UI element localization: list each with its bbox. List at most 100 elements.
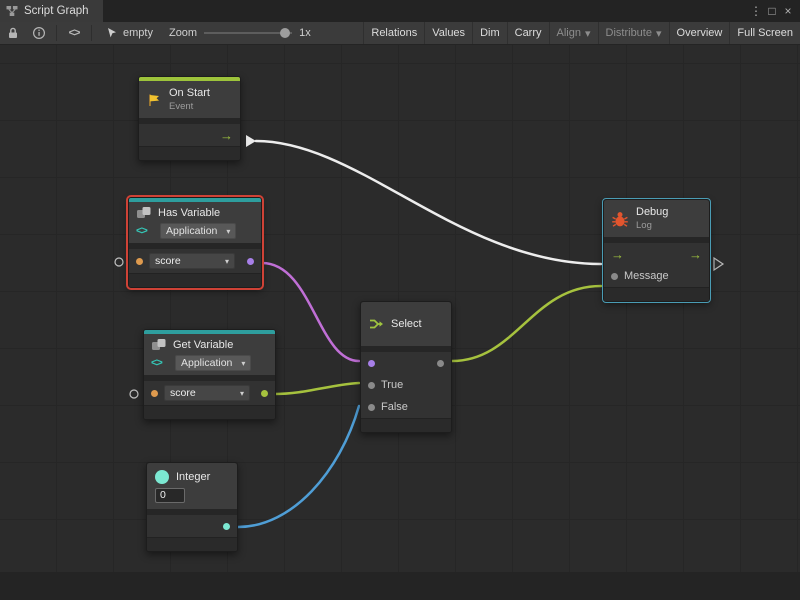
distribute-dropdown-button[interactable]: Distribute▾ bbox=[598, 22, 669, 44]
wire-select-to-log-message[interactable] bbox=[452, 286, 601, 361]
flow-output-port[interactable]: → bbox=[689, 248, 702, 261]
unity-script-graph-window: Script Graph ⋮ □ × <> bbox=[0, 0, 800, 600]
dim-button[interactable]: Dim bbox=[472, 22, 507, 44]
node-title: On Start bbox=[169, 87, 210, 99]
graph-toolbar: <> empty Zoom 1x Relations Values Dim Ca… bbox=[0, 22, 800, 45]
zoom-slider[interactable] bbox=[204, 26, 292, 40]
overview-button[interactable]: Overview bbox=[669, 22, 730, 44]
true-input-port[interactable] bbox=[368, 382, 375, 389]
lock-button[interactable] bbox=[0, 22, 26, 44]
node-header: Integer 0 bbox=[147, 463, 237, 509]
values-button[interactable]: Values bbox=[424, 22, 472, 44]
flag-icon bbox=[146, 92, 162, 108]
unconnected-input-circle-hasvariable[interactable] bbox=[115, 258, 123, 266]
carry-button[interactable]: Carry bbox=[507, 22, 549, 44]
window-controls: ⋮ □ × bbox=[748, 0, 800, 22]
wire-getvariable-to-select-true[interactable] bbox=[274, 383, 359, 394]
zoom-value: 1x bbox=[299, 27, 311, 39]
graph-icon bbox=[6, 5, 18, 17]
zoom-control: Zoom 1x bbox=[163, 26, 317, 40]
selection-label: empty bbox=[123, 27, 153, 39]
message-port-label: Message bbox=[624, 270, 669, 282]
maximize-icon[interactable]: □ bbox=[764, 0, 780, 22]
node-footer bbox=[604, 287, 709, 301]
align-dropdown-button[interactable]: Align▾ bbox=[549, 22, 598, 44]
node-footer bbox=[129, 273, 261, 287]
node-footer bbox=[139, 146, 240, 160]
wire-hasvariable-to-select-condition[interactable] bbox=[262, 263, 359, 361]
flow-exit-triangle-log[interactable] bbox=[714, 258, 723, 270]
node-title: Get Variable bbox=[173, 339, 233, 351]
node-title: Debug bbox=[636, 206, 668, 218]
node-get-variable[interactable]: Get Variable <> Application ▾ score ▾ bbox=[143, 329, 276, 420]
code-view-button[interactable]: <> bbox=[61, 22, 87, 44]
node-footer bbox=[147, 537, 237, 551]
code-icon: <> bbox=[151, 357, 169, 369]
flow-input-port[interactable]: → bbox=[611, 248, 624, 261]
node-subtitle: Event bbox=[169, 101, 210, 112]
name-input-port[interactable] bbox=[151, 390, 158, 397]
node-footer bbox=[144, 405, 275, 419]
node-header: Debug Log bbox=[604, 200, 709, 237]
bug-icon bbox=[611, 210, 629, 228]
chevron-down-icon: ▾ bbox=[226, 227, 230, 236]
node-body: True False bbox=[361, 352, 451, 418]
node-subtitle: Log bbox=[636, 220, 668, 231]
selection-output-port[interactable] bbox=[437, 360, 444, 367]
false-input-port[interactable] bbox=[368, 404, 375, 411]
variable-name-dropdown[interactable]: score ▾ bbox=[149, 253, 235, 269]
node-body: → → Message bbox=[604, 243, 709, 287]
relations-button[interactable]: Relations bbox=[363, 22, 424, 44]
node-integer[interactable]: Integer 0 bbox=[146, 462, 238, 552]
scope-value: Application bbox=[181, 357, 232, 369]
fullscreen-button[interactable]: Full Screen bbox=[729, 22, 800, 44]
integer-value-input[interactable]: 0 bbox=[155, 488, 185, 503]
variables-icon bbox=[151, 338, 167, 352]
zoom-slider-track bbox=[204, 32, 292, 34]
toolbar-separator bbox=[91, 25, 92, 41]
kebab-menu-icon[interactable]: ⋮ bbox=[748, 0, 764, 22]
close-icon[interactable]: × bbox=[780, 0, 796, 22]
node-body: score ▾ bbox=[129, 249, 261, 273]
zoom-slider-knob[interactable] bbox=[280, 28, 290, 38]
scope-value: Application bbox=[166, 225, 217, 237]
variables-icon bbox=[136, 206, 152, 220]
node-debug-log[interactable]: Debug Log → → Message bbox=[603, 199, 710, 302]
chevron-down-icon: ▾ bbox=[656, 27, 662, 40]
condition-input-port[interactable] bbox=[368, 360, 375, 367]
unconnected-input-circle-getvariable[interactable] bbox=[130, 390, 138, 398]
info-icon bbox=[32, 26, 46, 40]
scope-dropdown[interactable]: Application ▾ bbox=[160, 223, 236, 239]
value-output-port[interactable] bbox=[261, 390, 268, 397]
chevron-down-icon: ▾ bbox=[240, 389, 244, 398]
flow-exit-triangle-onstart[interactable] bbox=[246, 135, 256, 147]
variable-name-dropdown[interactable]: score ▾ bbox=[164, 385, 250, 401]
name-input-port[interactable] bbox=[136, 258, 143, 265]
number-output-port[interactable] bbox=[223, 523, 230, 530]
tab-script-graph[interactable]: Script Graph bbox=[0, 0, 103, 22]
code-icon: <> bbox=[136, 225, 154, 237]
cursor-icon bbox=[106, 27, 118, 39]
select-icon bbox=[368, 316, 384, 332]
node-has-variable[interactable]: Has Variable <> Application ▾ score ▾ bbox=[128, 197, 262, 288]
node-title: Select bbox=[391, 318, 422, 330]
info-button[interactable] bbox=[26, 22, 52, 44]
toolbar-separator bbox=[56, 25, 57, 41]
node-header: On Start Event bbox=[139, 81, 240, 118]
node-header: Select bbox=[361, 302, 451, 346]
wire-onstart-to-log-flow[interactable] bbox=[256, 141, 601, 264]
node-body bbox=[147, 515, 237, 537]
node-on-start[interactable]: On Start Event → bbox=[138, 76, 241, 161]
scope-dropdown[interactable]: Application ▾ bbox=[175, 355, 251, 371]
message-input-port[interactable] bbox=[611, 273, 618, 280]
variable-name: score bbox=[155, 255, 181, 267]
code-icon: <> bbox=[69, 27, 80, 39]
lock-icon bbox=[6, 26, 20, 40]
selection-status: empty bbox=[96, 27, 163, 39]
bool-output-port[interactable] bbox=[247, 258, 254, 265]
flow-output-port[interactable]: → bbox=[220, 129, 233, 142]
true-port-label: True bbox=[381, 379, 403, 391]
node-title: Has Variable bbox=[158, 207, 220, 219]
wire-integer-to-select-false[interactable] bbox=[238, 406, 359, 527]
node-select[interactable]: Select True False bbox=[360, 301, 452, 433]
